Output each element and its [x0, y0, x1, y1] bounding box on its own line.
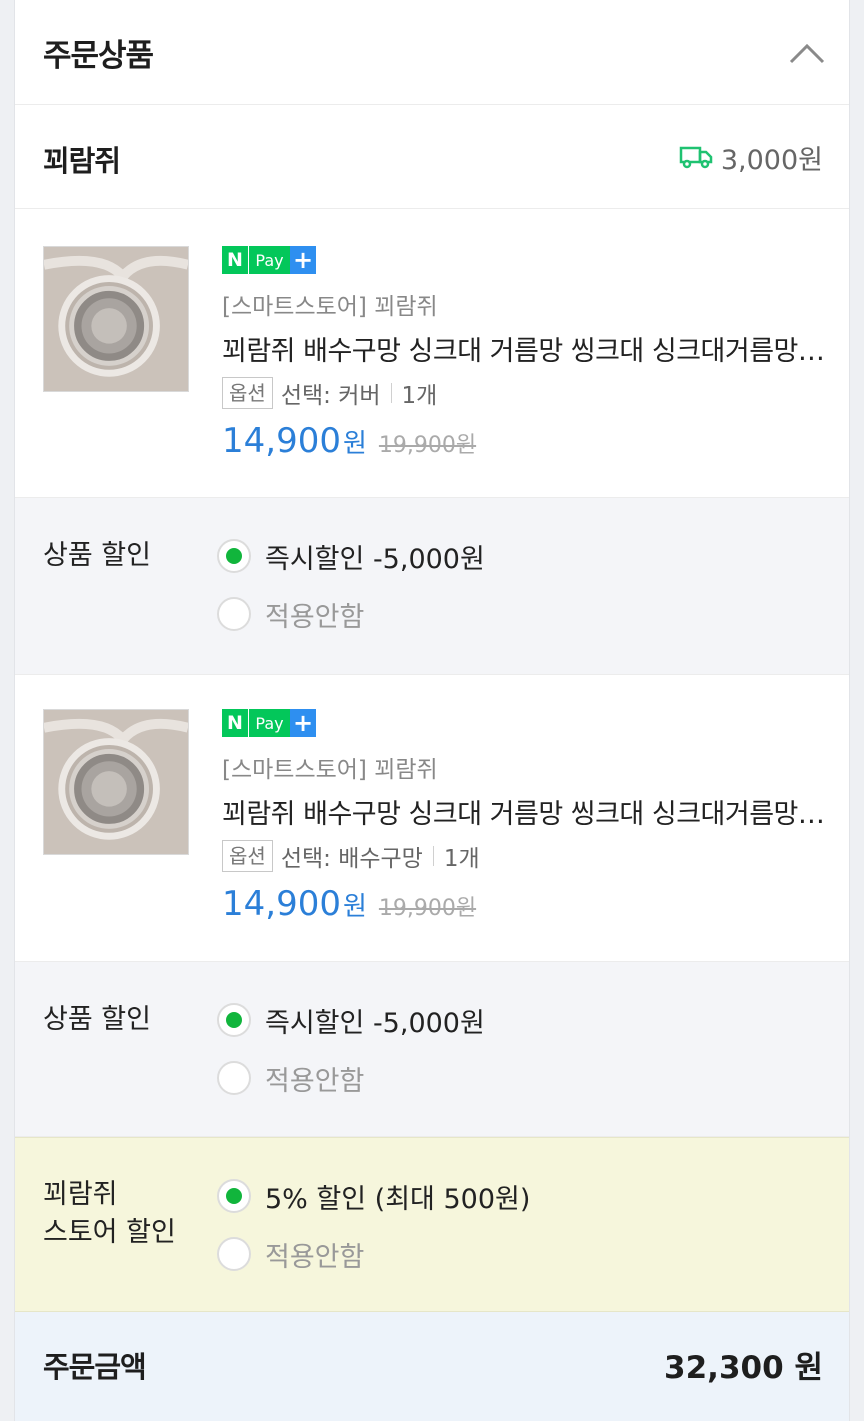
discount-option-none[interactable]: 적용안함	[217, 1059, 364, 1097]
drain-image	[44, 247, 188, 391]
store-row: 꾀람쥐 3,000원	[15, 105, 849, 209]
npay-plus-badge: N Pay +	[222, 246, 316, 274]
sale-price-unit: 원	[342, 429, 367, 459]
option-quantity: 1개	[401, 383, 438, 409]
product-price: 14,900 원 19,900원	[222, 421, 476, 461]
product-item: N Pay + [스마트스토어] 꾀람쥐 꾀람쥐 배수구망 싱크대 거름망 씽크…	[15, 675, 849, 963]
discount-option-instant[interactable]: 즉시할인 -5,000원	[217, 537, 485, 575]
store-name: 꾀람쥐	[43, 144, 121, 178]
discount-option-text: 적용안함	[265, 601, 365, 633]
radio-selected[interactable]	[217, 539, 251, 573]
product-option: 옵션 선택: 배수구망 1개	[222, 839, 480, 873]
sale-price: 14,900	[222, 421, 341, 461]
order-products-card: 주문상품 꾀람쥐 3,000원 N Pay + [스마트스토어] 꾀람쥐 꾀람쥐…	[14, 0, 850, 1421]
radio-selected[interactable]	[217, 1179, 251, 1213]
product-seller: [스마트스토어] 꾀람쥐	[222, 757, 438, 783]
product-discount-section: 상품 할인 즉시할인 -5,000원 적용안함	[15, 497, 849, 675]
store-discount-section: 꾀람쥐 스토어 할인 5% 할인 (최대 500원) 적용안함	[15, 1137, 849, 1312]
drain-image	[44, 710, 188, 854]
discount-label: 상품 할인	[43, 1004, 151, 1035]
order-total-row: 주문금액 32,300 원	[15, 1312, 849, 1421]
discount-label: 상품 할인	[43, 540, 151, 571]
product-name[interactable]: 꾀람쥐 배수구망 싱크대 거름망 씽크대 싱크대거름망 배수구커버	[222, 792, 826, 831]
npay-n-logo: N	[222, 709, 248, 737]
npay-plus-icon: +	[290, 709, 316, 737]
option-quantity: 1개	[443, 846, 480, 872]
option-tag: 옵션	[222, 377, 273, 409]
product-discount-section: 상품 할인 즉시할인 -5,000원 적용안함	[15, 961, 849, 1137]
npay-n-logo: N	[222, 246, 248, 274]
section-title: 주문상품	[43, 38, 154, 74]
sale-price: 14,900	[222, 884, 341, 924]
product-thumbnail[interactable]	[43, 709, 189, 855]
discount-option-text: 즉시할인 -5,000원	[265, 1007, 485, 1039]
chevron-up-icon[interactable]	[787, 38, 827, 68]
option-value: 선택: 커버	[280, 383, 381, 409]
order-total-label: 주문금액	[43, 1350, 147, 1384]
npay-pay-text: Pay	[248, 709, 290, 737]
store-discount-option-text: 5% 할인 (최대 500원)	[265, 1183, 531, 1215]
radio-unselected[interactable]	[217, 1237, 251, 1271]
product-option: 옵션 선택: 커버 1개	[222, 376, 437, 410]
shipping-fee: 3,000원	[679, 139, 823, 176]
store-discount-label-line1: 꾀람쥐	[43, 1179, 118, 1210]
radio-selected[interactable]	[217, 1003, 251, 1037]
product-thumbnail[interactable]	[43, 246, 189, 392]
shipping-fee-text: 3,000원	[720, 144, 823, 176]
order-total-amount: 32,300 원	[664, 1350, 823, 1386]
divider	[432, 846, 434, 866]
sale-price-unit: 원	[342, 892, 367, 922]
store-discount-option-percent[interactable]: 5% 할인 (최대 500원)	[217, 1177, 530, 1215]
product-price: 14,900 원 19,900원	[222, 884, 476, 924]
option-tag: 옵션	[222, 840, 273, 872]
npay-plus-badge: N Pay +	[222, 709, 316, 737]
product-item: N Pay + [스마트스토어] 꾀람쥐 꾀람쥐 배수구망 싱크대 거름망 씽크…	[15, 209, 849, 497]
store-discount-option-none[interactable]: 적용안함	[217, 1235, 364, 1273]
original-price: 19,900원	[378, 433, 477, 458]
discount-option-text: 즉시할인 -5,000원	[265, 543, 485, 575]
store-discount-option-text: 적용안함	[265, 1241, 365, 1273]
original-price: 19,900원	[378, 896, 477, 921]
discount-option-instant[interactable]: 즉시할인 -5,000원	[217, 1001, 485, 1039]
product-name[interactable]: 꾀람쥐 배수구망 싱크대 거름망 씽크대 싱크대거름망 배수구커버	[222, 329, 826, 368]
truck-icon	[679, 146, 713, 169]
option-value: 선택: 배수구망	[280, 846, 423, 872]
radio-unselected[interactable]	[217, 1061, 251, 1095]
store-discount-label-line2: 스토어 할인	[43, 1217, 176, 1248]
npay-pay-text: Pay	[248, 246, 290, 274]
npay-plus-icon: +	[290, 246, 316, 274]
discount-option-none[interactable]: 적용안함	[217, 595, 364, 633]
discount-option-text: 적용안함	[265, 1065, 365, 1097]
product-seller: [스마트스토어] 꾀람쥐	[222, 294, 438, 320]
divider	[390, 383, 392, 403]
order-products-header[interactable]: 주문상품	[15, 0, 849, 105]
radio-unselected[interactable]	[217, 597, 251, 631]
